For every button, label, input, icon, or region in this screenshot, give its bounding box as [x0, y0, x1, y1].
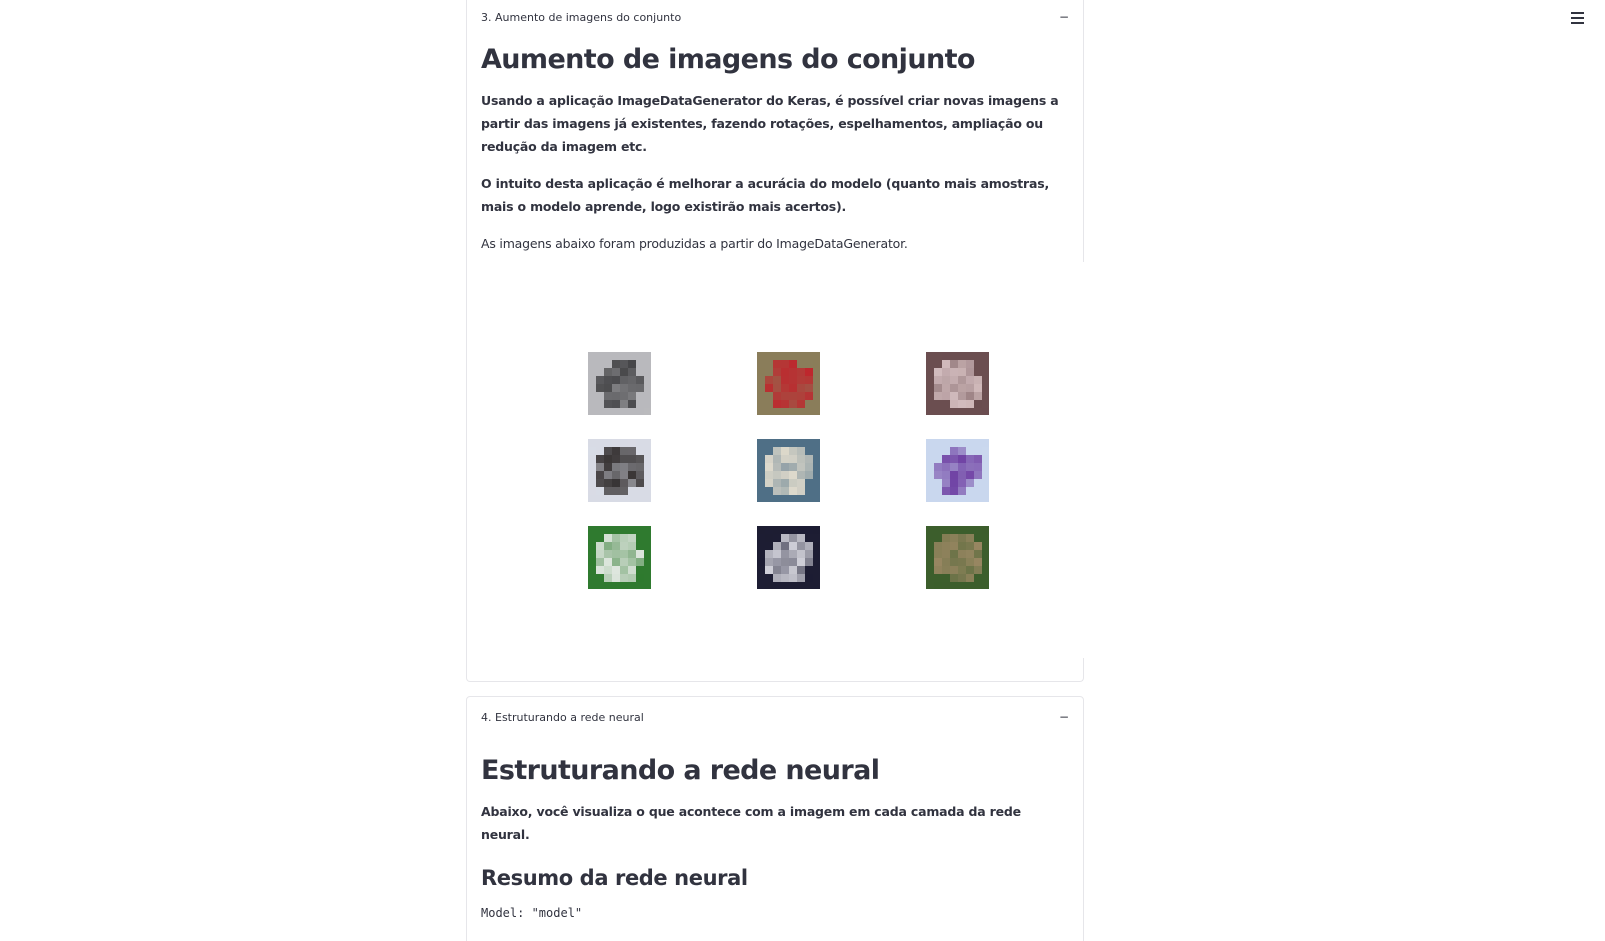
main-menu-button[interactable]: [1571, 10, 1585, 26]
border-gap: [1080, 262, 1088, 658]
collapse-icon[interactable]: −: [1059, 11, 1069, 23]
augmented-image-cat-grey: [588, 352, 651, 415]
network-summary-heading: Resumo da rede neural: [481, 866, 748, 890]
expander-network-header[interactable]: 4. Estruturando a rede neural −: [467, 697, 1083, 737]
expander-network-body: Estruturando a rede neural Abaixo, você …: [467, 755, 1083, 920]
augmented-image-deer-green: [926, 526, 989, 589]
expander-augmentation-label: 3. Aumento de imagens do conjunto: [481, 10, 682, 24]
augmentation-caption: As imagens abaixo foram produzidas a par…: [481, 236, 908, 251]
augmented-image-red-object: [926, 352, 989, 415]
augmented-image-red-truck: [757, 352, 820, 415]
augmented-image-white-dog-grass: [588, 526, 651, 589]
hamburger-icon: [1571, 12, 1584, 14]
expander-augmentation-body: Aumento de imagens do conjunto Usando a …: [467, 44, 1083, 255]
collapse-icon[interactable]: −: [1059, 711, 1069, 723]
expander-network-label: 4. Estruturando a rede neural: [481, 710, 644, 724]
augmented-image-boat: [757, 439, 820, 502]
model-summary-code: Model: "model": [481, 906, 583, 920]
augmentation-intro: Usando a aplicação ImageDataGenerator do…: [481, 93, 1059, 154]
network-title: Estruturando a rede neural: [481, 755, 880, 786]
app-page: 3. Aumento de imagens do conjunto − Aume…: [0, 0, 1605, 941]
augmented-image-dog-black-white: [588, 439, 651, 502]
augmentation-purpose: O intuito desta aplicação é melhorar a a…: [481, 176, 1050, 214]
augmented-image-dark-animal: [757, 526, 820, 589]
expander-augmentation-header[interactable]: 3. Aumento de imagens do conjunto −: [467, 0, 1083, 38]
network-intro: Abaixo, você visualiza o que acontece co…: [481, 804, 1021, 842]
expander-network: 4. Estruturando a rede neural − Estrutur…: [466, 696, 1084, 941]
augmentation-title: Aumento de imagens do conjunto: [481, 44, 975, 75]
augmented-image-airplane: [926, 439, 989, 502]
augmented-images-grid: [588, 352, 989, 589]
